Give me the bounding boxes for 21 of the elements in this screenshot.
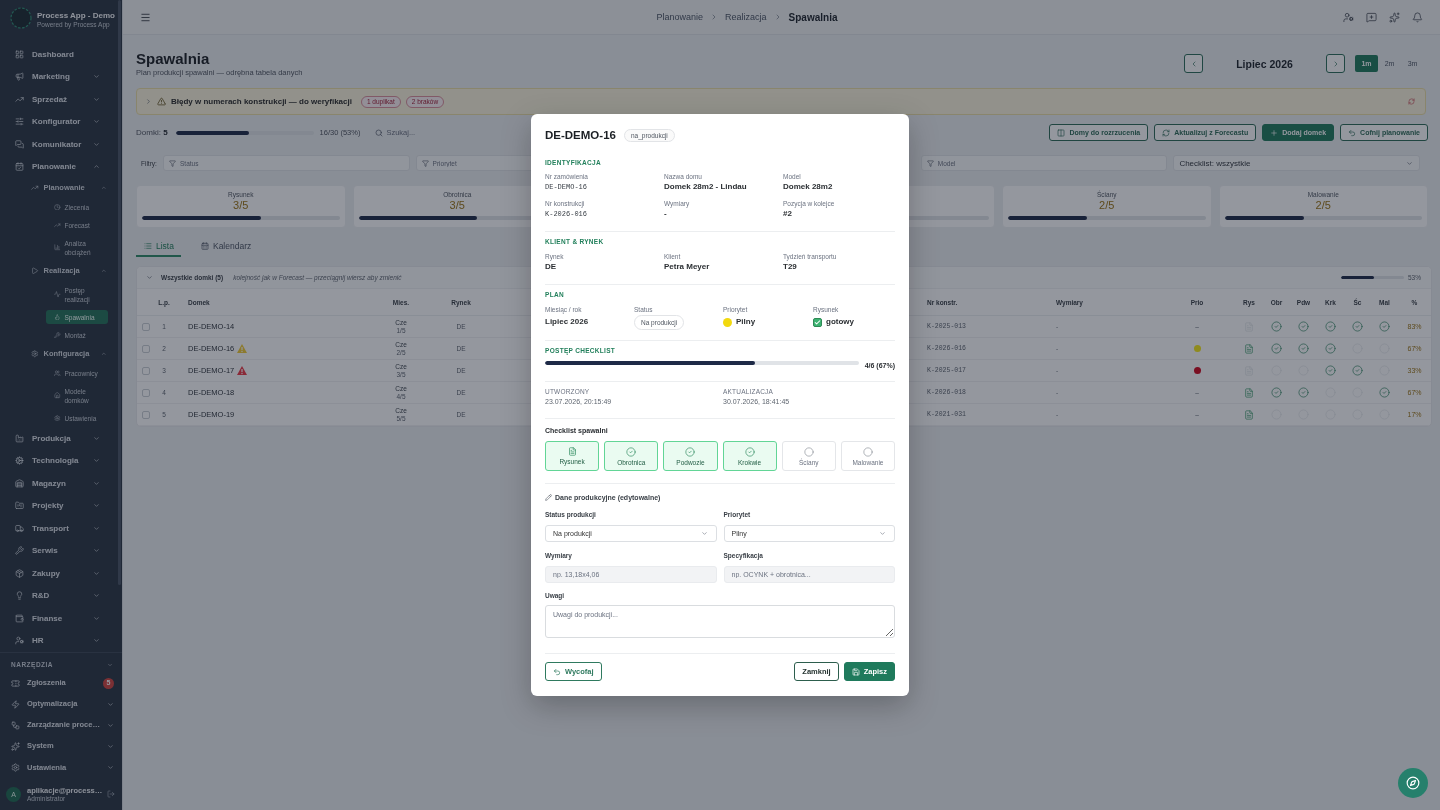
banner-title: Błędy w numerach konstrukcji — do weryfikacji xyxy=(171,97,352,106)
stat-value: 2/5 xyxy=(1315,199,1331,212)
period-label: Lipiec 2026 xyxy=(1235,57,1294,70)
app-title: Process App - Demo xyxy=(37,11,115,21)
field-value: - xyxy=(664,209,668,219)
houses-count: Domki: 5 xyxy=(136,128,168,137)
stat-value: 3/5 xyxy=(449,199,465,212)
field-value: Petra Meyer xyxy=(664,262,711,272)
field-value: #2 xyxy=(783,209,793,219)
field-value: DE xyxy=(545,262,558,272)
field-value: Domek 28m2 - Lindau xyxy=(664,182,748,192)
breadcrumb-current: Spawalnia xyxy=(788,11,838,23)
stat-value: 2/5 xyxy=(1099,199,1115,212)
field-value: T29 xyxy=(783,262,798,272)
page-title: Spawalnia xyxy=(136,50,211,68)
modal-title: DE-DEMO-16 xyxy=(545,128,616,142)
field-value: Pilny xyxy=(736,317,756,327)
stat-value: 3/5 xyxy=(233,199,249,212)
field-value: gotowy xyxy=(826,317,854,327)
field-value: Lipiec 2026 xyxy=(545,317,589,327)
field-value: Domek 28m2 xyxy=(783,182,834,192)
